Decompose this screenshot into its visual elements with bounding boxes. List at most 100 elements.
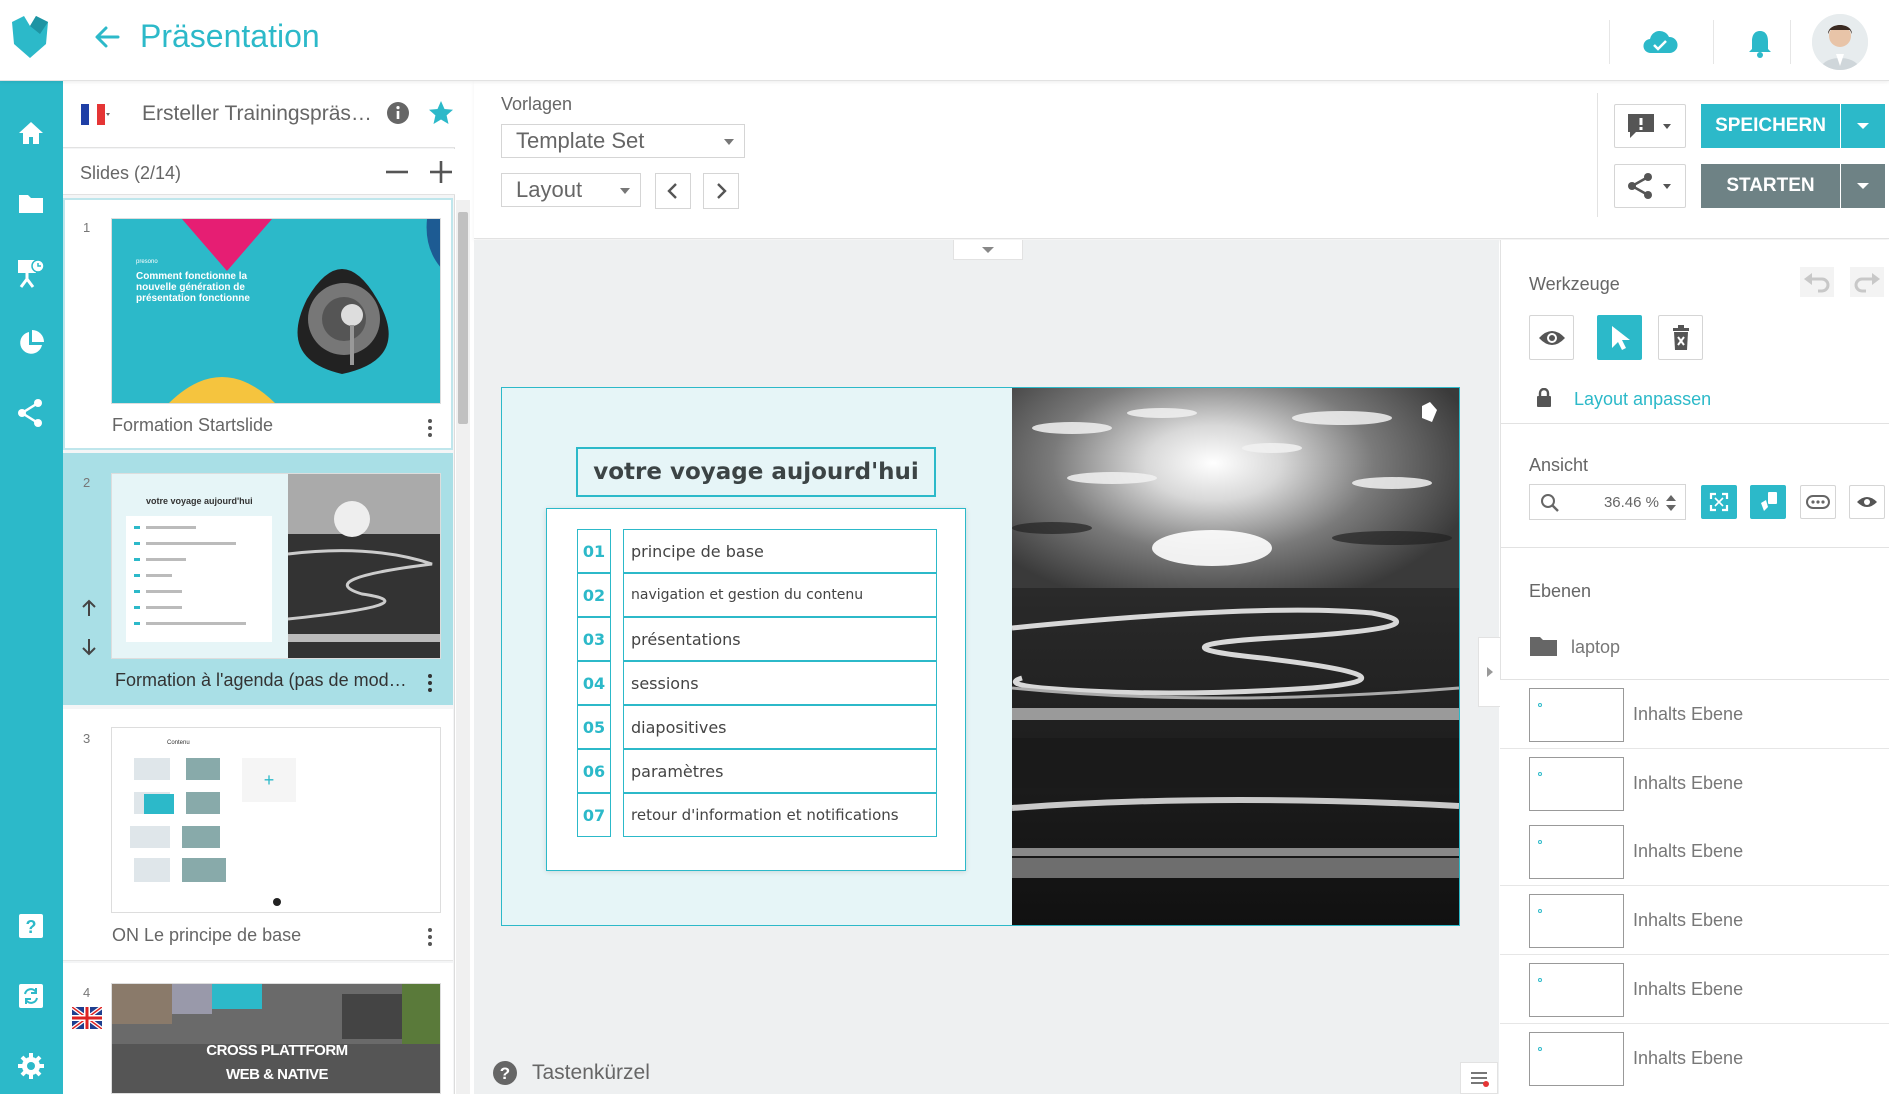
- layer-item[interactable]: Inhalts Ebene: [1500, 1024, 1889, 1094]
- folder-icon[interactable]: [8, 180, 54, 226]
- chevron-down-icon: [620, 188, 630, 194]
- slide-landscape-image[interactable]: [1012, 388, 1459, 925]
- layer-name: Inhalts Ebene: [1633, 704, 1744, 724]
- kebab-icon[interactable]: [427, 926, 433, 948]
- presentation-title[interactable]: Ersteller Trainingspräse…: [142, 102, 382, 126]
- shortcuts-link[interactable]: Tastenkürzel: [532, 1061, 650, 1085]
- slide-thumbnail[interactable]: CROSS PLATTFORM WEB & NATIVE: [111, 983, 441, 1094]
- visibility-button[interactable]: [1849, 485, 1885, 519]
- layer-item[interactable]: Inhalts Ebene: [1500, 680, 1889, 749]
- save-options-button[interactable]: [1841, 104, 1885, 148]
- gear-icon[interactable]: [8, 1043, 54, 1089]
- share-icon[interactable]: [8, 390, 54, 436]
- plus-icon[interactable]: [430, 161, 452, 183]
- select-tool-button[interactable]: [1597, 315, 1642, 360]
- undo-icon[interactable]: [1800, 267, 1834, 297]
- layer-name: Inhalts Ebene: [1633, 979, 1744, 999]
- start-options-button[interactable]: [1841, 164, 1885, 208]
- minus-icon[interactable]: [386, 170, 408, 174]
- slide-number: 1: [83, 220, 91, 235]
- next-layout-button[interactable]: [703, 173, 739, 209]
- fit-screen-icon: [1709, 492, 1729, 512]
- agenda-text: navigation et gestion du contenu: [623, 573, 937, 617]
- pie-chart-icon[interactable]: [8, 320, 54, 366]
- info-icon[interactable]: [386, 101, 410, 125]
- agenda-item[interactable]: 01 principe de base: [577, 529, 937, 573]
- delete-tool-button[interactable]: [1658, 315, 1703, 360]
- thumb-title: votre voyage aujourd'hui: [146, 496, 253, 506]
- agenda-number: 03: [577, 617, 611, 661]
- zoom-value: 36.46 %: [1603, 494, 1659, 511]
- layer-item[interactable]: Inhalts Ebene: [1500, 817, 1889, 886]
- thumb-title: Contenu: [167, 740, 190, 746]
- more-view-button[interactable]: [1800, 485, 1836, 519]
- share-button[interactable]: [1614, 164, 1686, 208]
- star-icon[interactable]: [427, 99, 455, 127]
- agenda-item[interactable]: 03 présentations: [577, 617, 937, 661]
- fit-screen-button[interactable]: [1701, 485, 1737, 519]
- agenda-number: 02: [577, 573, 611, 617]
- search-icon: [1541, 494, 1559, 512]
- folder-icon[interactable]: [1529, 635, 1558, 657]
- notes-toggle-button[interactable]: [1460, 1062, 1498, 1094]
- cloud-check-icon[interactable]: [1642, 28, 1678, 58]
- home-icon[interactable]: [8, 110, 54, 156]
- avatar[interactable]: [1812, 14, 1868, 70]
- scrollbar-thumb[interactable]: [458, 212, 468, 424]
- template-select[interactable]: Template Set: [501, 124, 745, 158]
- stepper-icon: [1666, 495, 1676, 511]
- arrow-down-icon[interactable]: [79, 637, 99, 657]
- agenda-item[interactable]: 06 paramètres: [577, 749, 937, 793]
- main-nav: ?: [0, 81, 63, 1094]
- touch-mode-button[interactable]: [1750, 485, 1786, 519]
- slide-thumbnail[interactable]: votre voyage aujourd'hui: [111, 473, 441, 659]
- comment-button[interactable]: [1614, 104, 1686, 148]
- slide-thumbnail[interactable]: + Contenu: [111, 727, 441, 913]
- sync-icon[interactable]: [8, 973, 54, 1019]
- agenda-text: diapositives: [623, 705, 937, 749]
- panel-collapse-button[interactable]: [1478, 637, 1500, 707]
- bell-icon[interactable]: [1746, 28, 1774, 60]
- layer-item[interactable]: Inhalts Ebene: [1500, 749, 1889, 818]
- layout-select-value: Layout: [516, 177, 583, 202]
- flag-uk-icon[interactable]: [72, 1007, 102, 1029]
- presentation-icon[interactable]: [8, 250, 54, 296]
- help-icon[interactable]: ?: [492, 1060, 518, 1086]
- lock-icon: [1536, 388, 1552, 408]
- redo-icon[interactable]: [1850, 267, 1884, 297]
- layer-folder-name[interactable]: laptop: [1571, 637, 1620, 658]
- start-button[interactable]: STARTEN: [1701, 164, 1840, 208]
- layer-item[interactable]: Inhalts Ebene: [1500, 886, 1889, 955]
- back-arrow-icon[interactable]: [92, 22, 122, 52]
- help-icon[interactable]: ?: [8, 903, 54, 949]
- view-label: Ansicht: [1529, 455, 1589, 475]
- agenda-item[interactable]: 07 retour d'information et notifications: [577, 793, 937, 837]
- kebab-icon[interactable]: [427, 417, 433, 439]
- layout-select[interactable]: Layout: [501, 173, 641, 207]
- agenda-list[interactable]: 01 principe de base 02 navigation et gesti…: [546, 508, 966, 871]
- toolbar-collapse-button[interactable]: [953, 240, 1023, 260]
- agenda-item[interactable]: 02 navigation et gestion du contenu: [577, 573, 937, 617]
- agenda-text: principe de base: [623, 529, 937, 573]
- layer-item[interactable]: Inhalts Ebene: [1500, 955, 1889, 1024]
- zoom-field[interactable]: 36.46 %: [1529, 484, 1686, 520]
- kebab-icon[interactable]: [427, 672, 433, 694]
- previous-layout-button[interactable]: [655, 173, 691, 209]
- slide-label: Formation Startslide: [112, 415, 274, 435]
- agenda-text: retour d'information et notifications: [623, 793, 937, 837]
- tools-label: Werkzeuge: [1529, 274, 1620, 294]
- layout-adjust-link[interactable]: Layout anpassen: [1574, 389, 1711, 410]
- slide-title[interactable]: votre voyage aujourd'hui: [576, 447, 936, 497]
- chevron-left-icon: [667, 183, 677, 199]
- agenda-item[interactable]: 04 sessions: [577, 661, 937, 705]
- slide-thumbnail[interactable]: Comment fonctionne la nouvelle génératio…: [111, 218, 441, 404]
- preview-tool-button[interactable]: [1529, 315, 1574, 360]
- agenda-item[interactable]: 05 diapositives: [577, 705, 937, 749]
- arrow-up-icon[interactable]: [79, 598, 99, 618]
- delete-icon: [1672, 324, 1689, 350]
- divider: [1609, 20, 1610, 64]
- layer-thumbnail: [1529, 688, 1624, 742]
- logo-icon[interactable]: [6, 12, 54, 62]
- save-button[interactable]: SPEICHERN: [1701, 104, 1840, 148]
- flag-fr-icon[interactable]: [81, 104, 111, 125]
